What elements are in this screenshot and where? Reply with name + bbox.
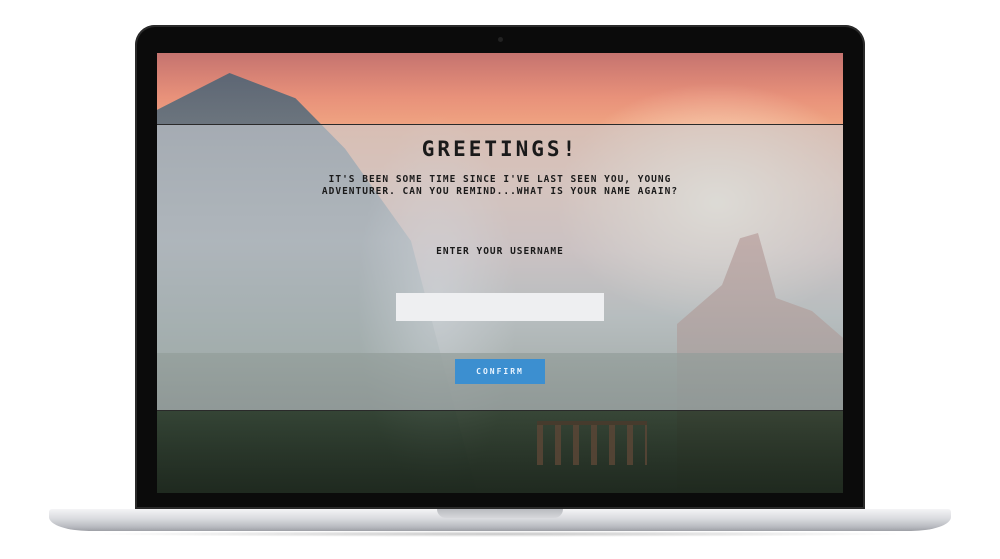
confirm-button[interactable]: CONFIRM xyxy=(455,359,545,384)
username-input[interactable] xyxy=(396,293,604,321)
greeting-dialog: GREETINGS! IT'S BEEN SOME TIME SINCE I'V… xyxy=(157,124,843,411)
background-bridge xyxy=(537,421,647,465)
username-label: ENTER YOUR USERNAME xyxy=(436,246,564,257)
dialog-message: IT'S BEEN SOME TIME SINCE I'VE LAST SEEN… xyxy=(321,174,679,197)
dialog-title: GREETINGS! xyxy=(421,137,579,161)
laptop-base xyxy=(49,509,951,531)
game-screen: GREETINGS! IT'S BEEN SOME TIME SINCE I'V… xyxy=(157,53,843,493)
camera-icon xyxy=(498,37,503,42)
laptop-shadow xyxy=(80,531,920,537)
laptop-base-notch xyxy=(437,509,563,518)
